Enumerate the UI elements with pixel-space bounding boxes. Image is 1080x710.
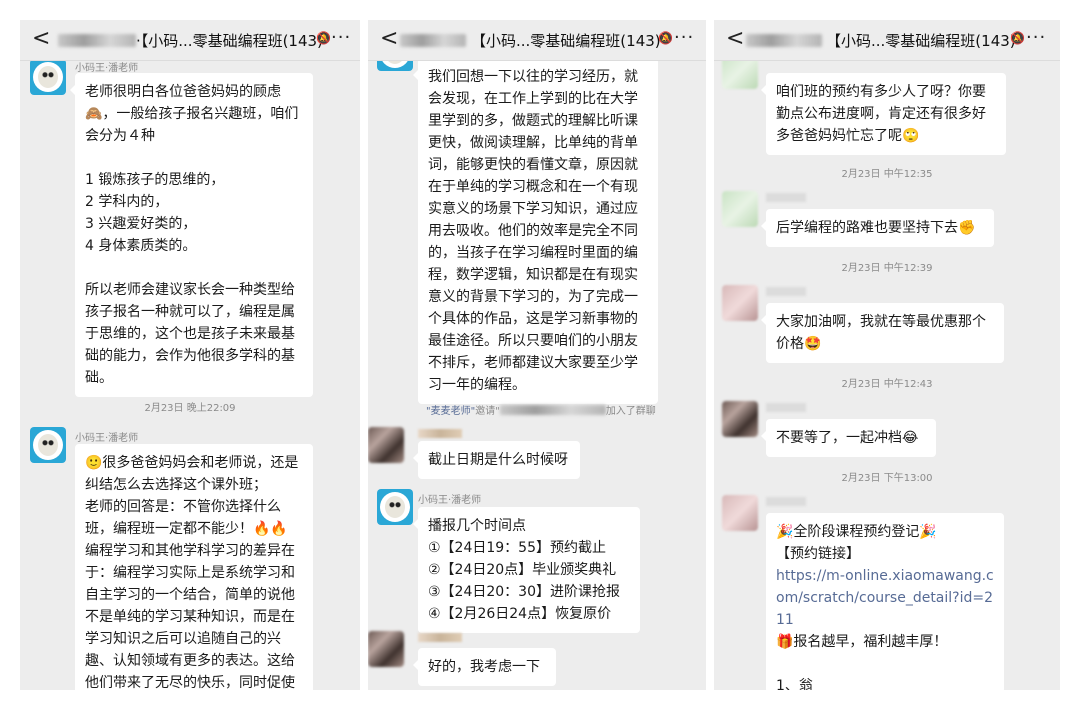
invite-text: 邀请" [475, 406, 500, 417]
chat-panel-2: < 【小码...零基础编程班(143) 🔕 ··· 我们回想一下以往的学习经历，… [368, 20, 706, 690]
system-notice: "麦麦老师"邀请" 加入了群聊 [426, 402, 656, 417]
timestamp: 2月23日 下午13:00 [841, 473, 933, 484]
blurred-sender-name [766, 497, 806, 506]
blurred-sender-name [766, 287, 806, 296]
chat-title: 【小码...零基础编程班(143) [471, 32, 661, 50]
back-arrow-icon[interactable]: < [726, 26, 744, 51]
user-avatar[interactable] [722, 191, 758, 227]
chat-header: < 【小码...零基础编程班(143) 🔕 ··· [368, 20, 706, 61]
mute-bell-icon: 🔕 [1010, 31, 1025, 45]
message-text: 🎉全阶段课程预约登记🎉 【预约链接】 [776, 524, 937, 562]
chat-title: 【小码...零基础编程班(143) [826, 32, 1016, 50]
teacher-avatar[interactable] [30, 427, 66, 463]
timestamp: 2月23日 中午12:35 [841, 169, 933, 180]
message-bubble[interactable]: 后学编程的路难也要坚持下去✊ [761, 209, 994, 247]
back-arrow-icon[interactable]: < [32, 26, 50, 51]
message-bubble[interactable]: 大家加油啊，我就在等最优惠那个价格🤩 [761, 303, 1004, 363]
more-options-icon[interactable]: ··· [331, 27, 351, 48]
blurred-group-name [400, 34, 466, 47]
teacher-avatar[interactable] [377, 489, 413, 525]
message-list[interactable]: 我们回想一下以往的学习经历，就会发现，在工作上学到的比在大学里学到的多，做题式的… [368, 61, 706, 690]
joined-text: 加入了群聊 [605, 406, 656, 417]
more-options-icon[interactable]: ··· [674, 27, 694, 48]
back-arrow-icon[interactable]: < [380, 26, 398, 51]
blurred-invitee [499, 405, 606, 415]
blurred-group-name [746, 34, 822, 47]
message-bubble[interactable]: 🎉全阶段课程预约登记🎉 【预约链接】 https://m-online.xiao… [766, 513, 1004, 690]
chat-panel-1: < ·【小码...零基础编程班(143) 🔕 ··· 小码王·潘老师 老师很明白… [20, 20, 360, 690]
chat-header: < ·【小码...零基础编程班(143) 🔕 ··· [20, 20, 360, 61]
more-options-icon[interactable]: ··· [1026, 27, 1046, 48]
mute-bell-icon: 🔕 [316, 31, 331, 45]
message-text: 🎁报名越早，福利越丰厚！ 1、翁 2、罗 [776, 634, 948, 690]
message-bubble[interactable]: 好的，我考虑一下 [413, 648, 556, 686]
user-avatar[interactable] [368, 427, 404, 463]
timestamp: 2月23日 中午12:43 [841, 379, 933, 390]
user-avatar[interactable] [722, 495, 758, 531]
sender-name: 小码王·潘老师 [75, 433, 139, 444]
zebra-logo-icon [385, 496, 405, 518]
user-avatar[interactable] [722, 401, 758, 437]
message-bubble[interactable]: 老师很明白各位爸爸妈妈的顾虑🙈，一般给孩子报名兴趣班，咱们会分为４种 1 锻炼孩… [70, 73, 313, 397]
blurred-sender-name [418, 633, 462, 642]
teacher-avatar[interactable] [377, 61, 413, 71]
message-bubble[interactable]: 截止日期是什么时候呀 [413, 441, 580, 479]
message-bubble[interactable]: 不要等了，一起冲档😂 [761, 419, 936, 457]
chat-title: ·【小码...零基础编程班(143) [136, 32, 323, 50]
message-bubble[interactable]: 咱们班的预约有多少人了呀？你要勤点公布进度啊，肯定还有很多好多爸爸妈妈忙忘了呢🙄 [761, 73, 1006, 155]
chat-panel-3: < 【小码...零基础编程班(143) 🔕 ··· 咱们班的预约有多少人了呀？你… [714, 20, 1060, 690]
inviter-name[interactable]: "麦麦老师" [426, 406, 475, 417]
zebra-logo-icon [38, 434, 58, 456]
user-avatar[interactable] [722, 285, 758, 321]
message-bubble[interactable]: 我们回想一下以往的学习经历，就会发现，在工作上学到的比在大学里学到的多，做题式的… [413, 61, 658, 404]
timestamp: 2月23日 中午12:39 [841, 263, 933, 274]
message-list[interactable]: 小码王·潘老师 老师很明白各位爸爸妈妈的顾虑🙈，一般给孩子报名兴趣班，咱们会分为… [20, 61, 360, 690]
user-avatar[interactable] [722, 61, 758, 89]
blurred-sender-name [766, 193, 806, 202]
sender-name: 小码王·潘老师 [418, 495, 482, 506]
message-bubble[interactable]: 播报几个时间点 ①【24日19：55】预约截止 ②【24日20点】毕业颁奖典礼 … [413, 507, 640, 633]
blurred-sender-name [766, 403, 806, 412]
message-bubble[interactable]: 🙂很多爸爸妈妈会和老师说，还是纠结怎么去选择这个课外班； 老师的回答是：不管你选… [75, 444, 313, 690]
teacher-avatar[interactable] [30, 61, 66, 95]
message-list[interactable]: 咱们班的预约有多少人了呀？你要勤点公布进度啊，肯定还有很多好多爸爸妈妈忙忘了呢🙄… [714, 61, 1060, 690]
booking-link[interactable]: https://m-online.xiaomawang.com/scratch/… [776, 568, 994, 628]
chat-header: < 【小码...零基础编程班(143) 🔕 ··· [714, 20, 1060, 61]
mute-bell-icon: 🔕 [658, 31, 673, 45]
blurred-sender-name [418, 429, 462, 438]
blurred-group-name [58, 34, 136, 47]
user-avatar[interactable] [368, 631, 404, 667]
zebra-logo-icon [38, 66, 58, 88]
timestamp: 2月23日 晚上22:09 [144, 403, 236, 414]
